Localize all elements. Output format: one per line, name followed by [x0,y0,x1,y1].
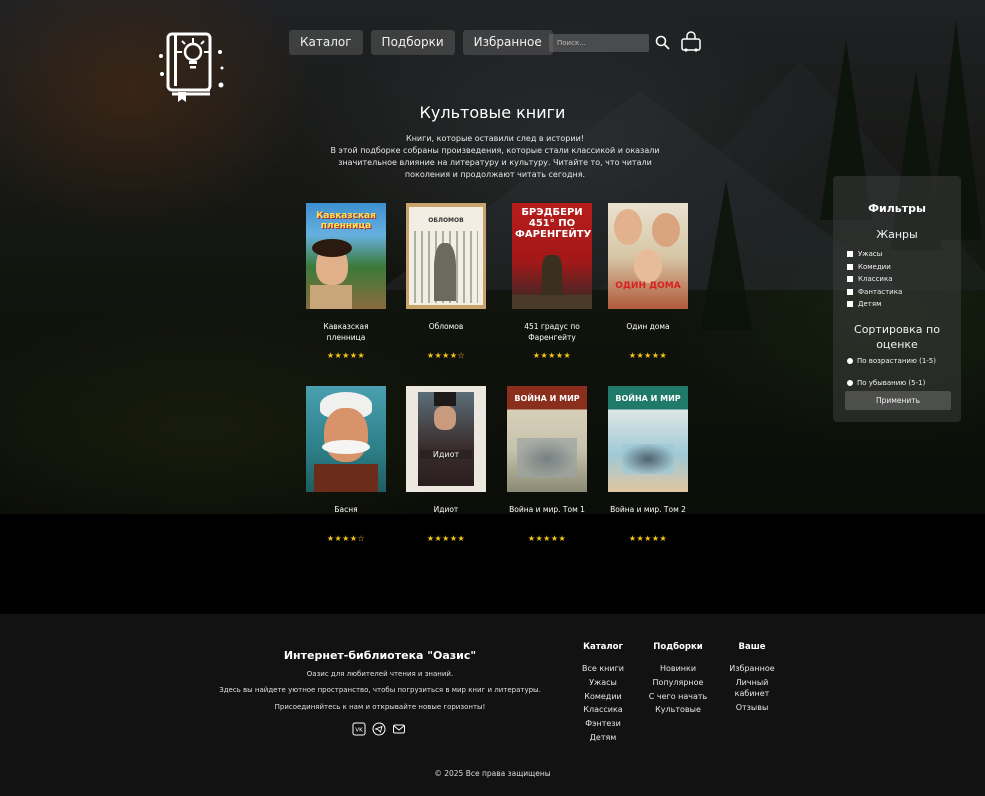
vk-icon[interactable]: VK [352,721,366,736]
checkbox[interactable] [847,251,853,258]
cart-icon[interactable] [679,30,703,54]
book-title[interactable]: Обломов [405,321,487,343]
sort-desc-radio[interactable]: По убыванию (5-1) [847,379,925,387]
book-cover[interactable] [306,386,386,492]
search-input[interactable] [549,34,649,52]
checkbox[interactable] [847,276,853,283]
mail-icon[interactable] [392,721,406,735]
book-lightbulb-icon[interactable] [158,30,226,102]
book-title[interactable]: Один дома [607,321,689,343]
rating-stars: ★★★★★ [426,534,466,543]
footer-column-heading: Каталог [583,642,623,652]
book-card[interactable]: ВОЙНА И МИР Война и мир. Том 1 ★★★★★ [506,386,588,543]
nav-favorites-button[interactable]: Избранное [462,30,553,55]
rating-stars: ★★★★★ [628,351,668,360]
radio[interactable] [847,380,853,386]
main-nav: Каталог Подборки Избранное [289,30,553,55]
book-card[interactable]: ОДИН ДОМА Один дома ★★★★★ [607,203,689,360]
book-card[interactable]: Идиот Идиот ★★★★★ [405,386,487,543]
content-band [0,514,985,614]
book-card[interactable]: Кавказская пленница Кавказская пленница … [305,203,387,360]
filters-panel: Фильтры Жанры Ужасы Комедии Классика Фан… [833,176,961,422]
book-card[interactable]: ВОЙНА И МИР Война и мир. Том 2 ★★★★★ [607,386,689,543]
footer-link[interactable]: Комедии [572,690,634,704]
footer-link[interactable]: Фэнтези [572,717,634,731]
rating-stars: ★★★★☆ [326,534,366,543]
sort-asc-radio[interactable]: По возрастанию (1-5) [847,357,936,365]
footer-link[interactable]: Детям [572,731,634,745]
footer-column-collections: Подборки Новинки Популярное С чего начат… [643,642,713,717]
book-card[interactable]: БРЭДБЕРИ 451° ПО ФАРЕНГЕЙТУ 451 градус п… [511,203,593,360]
copyright: © 2025 Все права защищены [434,769,551,778]
rating-stars: ★★★★★ [628,534,668,543]
footer-column-heading: Подборки [653,642,703,652]
footer-title: Интернет-библиотека "Оазис" [283,649,477,662]
book-cover[interactable]: Идиот [406,386,486,492]
footer-link[interactable]: Новинки [643,662,713,676]
svg-text:VK: VK [355,728,363,734]
footer-column-yours: Ваше Избранное Личный кабинет Отзывы [722,642,782,715]
book-cover[interactable]: БРЭДБЕРИ 451° ПО ФАРЕНГЕЙТУ [512,203,592,309]
book-title[interactable]: Война и мир. Том 1 [506,504,588,526]
book-cover[interactable]: Кавказская пленница [306,203,386,309]
footer-link[interactable]: С чего начать [643,690,713,704]
book-cover[interactable]: ОБЛОМОВ [406,203,486,309]
genre-checkbox-classic[interactable]: Классика [847,273,902,286]
book-title[interactable]: Басня [305,504,387,526]
genre-list: Ужасы Комедии Классика Фантастика Детям [847,248,902,311]
book-cover[interactable]: ОДИН ДОМА [608,203,688,309]
genre-checkbox-kids[interactable]: Детям [847,298,902,311]
book-title[interactable]: Кавказская пленница [305,321,387,343]
book-card[interactable]: ОБЛОМОВ Обломов ★★★★☆ [405,203,487,360]
sort-heading: Сортировка по оценке [854,323,940,351]
book-cover[interactable]: ВОЙНА И МИР [608,386,688,492]
page-title: Культовые книги [419,103,566,122]
book-card[interactable]: Басня ★★★★☆ [305,386,387,543]
radio[interactable] [847,358,853,364]
filters-title: Фильтры [868,202,926,215]
genre-checkbox-comedy[interactable]: Комедии [847,261,902,274]
book-title[interactable]: Идиот [405,504,487,526]
footer-column-heading: Ваше [738,642,766,652]
footer-text: Присоединяйтесь к нам и открывайте новые… [274,703,486,711]
footer-link[interactable]: Все книги [572,662,634,676]
checkbox[interactable] [847,263,853,270]
footer-link[interactable]: Культовые [643,703,713,717]
genre-checkbox-scifi[interactable]: Фантастика [847,286,902,299]
footer-link[interactable]: Ужасы [572,676,634,690]
rating-stars: ★★★★★ [326,351,366,360]
checkbox[interactable] [847,301,853,308]
genres-heading: Жанры [876,228,918,241]
rating-stars: ★★★★★ [527,534,567,543]
genre-checkbox-horror[interactable]: Ужасы [847,248,902,261]
book-title[interactable]: 451 градус по Фаренгейту [511,321,593,343]
telegram-icon[interactable] [372,721,386,736]
book-title[interactable]: Война и мир. Том 2 [607,504,689,526]
page-intro: Книги, которые оставили след в истории! … [330,134,660,179]
social-links: VK [352,721,406,736]
checkbox[interactable] [847,288,853,295]
footer-text: Оазис для любителей чтения и знаний. [306,670,454,678]
rating-stars: ★★★★☆ [426,351,466,360]
footer-link[interactable]: Отзывы [722,701,782,715]
nav-catalog-button[interactable]: Каталог [289,30,363,55]
footer-link[interactable]: Избранное [722,662,782,676]
footer-link[interactable]: Классика [572,703,634,717]
nav-collections-button[interactable]: Подборки [370,30,455,55]
footer-link[interactable]: Личный кабинет [722,676,782,701]
footer-link[interactable]: Популярное [643,676,713,690]
footer-text: Здесь вы найдете уютное пространство, чт… [219,686,541,694]
book-cover[interactable]: ВОЙНА И МИР [507,386,587,492]
footer-column-catalog: Каталог Все книги Ужасы Комедии Классика… [572,642,634,745]
rating-stars: ★★★★★ [532,351,572,360]
footer: Интернет-библиотека "Оазис" Оазис для лю… [0,614,985,796]
apply-filters-button[interactable]: Применить [845,391,951,410]
search-icon[interactable] [655,35,670,50]
